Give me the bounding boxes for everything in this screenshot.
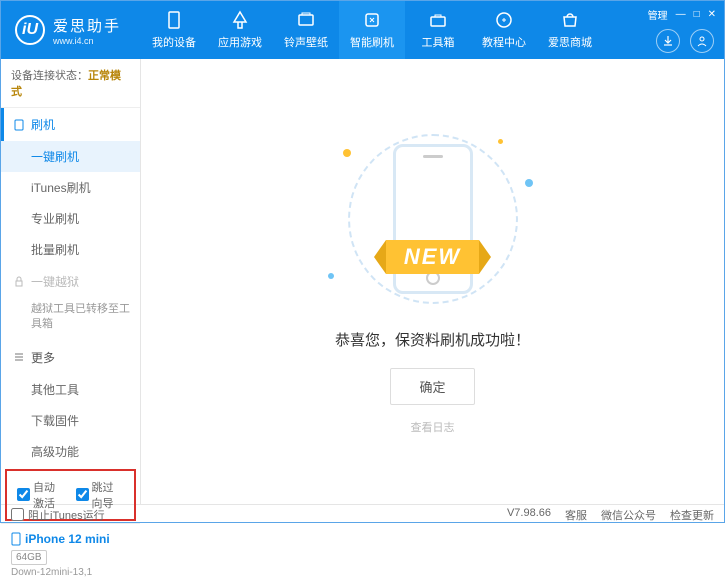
nav-label: 智能刷机 <box>350 34 394 50</box>
connection-status: 设备连接状态：正常模式 <box>1 59 140 108</box>
nav-item-toolbox[interactable]: 工具箱 <box>405 1 471 59</box>
device-storage: 64GB <box>11 550 47 565</box>
nav-label: 教程中心 <box>482 34 526 50</box>
device-info: iPhone 12 mini 64GB Down-12mini-13,1 <box>1 523 140 586</box>
block-itunes-checkbox[interactable]: 阻止iTunes运行 <box>11 507 105 523</box>
wechat-link[interactable]: 微信公众号 <box>601 507 656 523</box>
sidebar-item-flash-2[interactable]: 专业刷机 <box>1 203 140 234</box>
success-illustration: NEW <box>303 129 563 309</box>
confirm-button[interactable]: 确定 <box>390 368 474 405</box>
tutorial-icon <box>494 10 514 30</box>
nav-item-store[interactable]: 爱思商城 <box>537 1 603 59</box>
version-label: V7.98.66 <box>507 507 551 523</box>
new-banner: NEW <box>386 240 479 274</box>
flash-icon <box>362 10 382 30</box>
nav-item-tutorial[interactable]: 教程中心 <box>471 1 537 59</box>
minimize-button[interactable]: — <box>676 9 686 20</box>
user-icon[interactable] <box>690 29 714 53</box>
device-icon <box>164 10 184 30</box>
device-detail: Down-12mini-13,1 <box>11 567 130 578</box>
store-icon <box>560 10 580 30</box>
sidebar-item-flash-0[interactable]: 一键刷机 <box>1 141 140 172</box>
nav-item-device[interactable]: 我的设备 <box>141 1 207 59</box>
nav-label: 工具箱 <box>422 34 455 50</box>
sidebar-section-jailbreak: 一键越狱 <box>1 265 140 298</box>
success-message: 恭喜您，保资料刷机成功啦！ <box>335 329 530 350</box>
sidebar: 设备连接状态：正常模式 刷机 一键刷机iTunes刷机专业刷机批量刷机 一键越狱… <box>1 59 141 504</box>
nav-label: 应用游戏 <box>218 34 262 50</box>
nav-item-ringtone[interactable]: 铃声壁纸 <box>273 1 339 59</box>
download-icon[interactable] <box>656 29 680 53</box>
app-name: 爱思助手 <box>53 15 121 36</box>
app-url: www.i4.cn <box>53 36 121 46</box>
maximize-button[interactable]: □ <box>694 9 700 20</box>
app-header: iU 爱思助手 www.i4.cn 我的设备 应用游戏 铃声壁纸 智能刷机 工具箱 教程中… <box>1 1 724 59</box>
nav-label: 铃声壁纸 <box>284 34 328 50</box>
apps-icon <box>230 10 250 30</box>
jailbreak-note: 越狱工具已转移至工具箱 <box>1 298 140 341</box>
sidebar-item-more-0[interactable]: 其他工具 <box>1 374 140 405</box>
main-nav: 我的设备 应用游戏 铃声壁纸 智能刷机 工具箱 教程中心 爱思商城 <box>141 1 724 59</box>
lock-icon <box>13 276 25 288</box>
sidebar-item-flash-3[interactable]: 批量刷机 <box>1 234 140 265</box>
service-link[interactable]: 客服 <box>565 507 587 523</box>
nav-label: 我的设备 <box>152 34 196 50</box>
view-log-link[interactable]: 查看日志 <box>411 419 455 435</box>
menu-button[interactable]: 管理 <box>648 7 668 22</box>
sidebar-item-more-1[interactable]: 下载固件 <box>1 405 140 436</box>
nav-label: 爱思商城 <box>548 34 592 50</box>
main-content: NEW 恭喜您，保资料刷机成功啦！ 确定 查看日志 <box>141 59 724 504</box>
phone-icon <box>11 532 21 546</box>
sidebar-item-flash-1[interactable]: iTunes刷机 <box>1 172 140 203</box>
window-controls: 管理 — □ ✕ <box>648 7 716 22</box>
close-button[interactable]: ✕ <box>708 9 716 20</box>
phone-icon <box>13 119 25 131</box>
logo-icon: iU <box>15 15 45 45</box>
nav-item-apps[interactable]: 应用游戏 <box>207 1 273 59</box>
logo-area: iU 爱思助手 www.i4.cn <box>1 15 141 46</box>
menu-icon <box>13 351 25 363</box>
sidebar-section-flash[interactable]: 刷机 <box>1 108 140 141</box>
ringtone-icon <box>296 10 316 30</box>
device-name[interactable]: iPhone 12 mini <box>11 532 130 546</box>
toolbox-icon <box>428 10 448 30</box>
sidebar-item-more-2[interactable]: 高级功能 <box>1 436 140 467</box>
sidebar-section-more[interactable]: 更多 <box>1 341 140 374</box>
nav-item-flash[interactable]: 智能刷机 <box>339 1 405 59</box>
update-link[interactable]: 检查更新 <box>670 507 714 523</box>
